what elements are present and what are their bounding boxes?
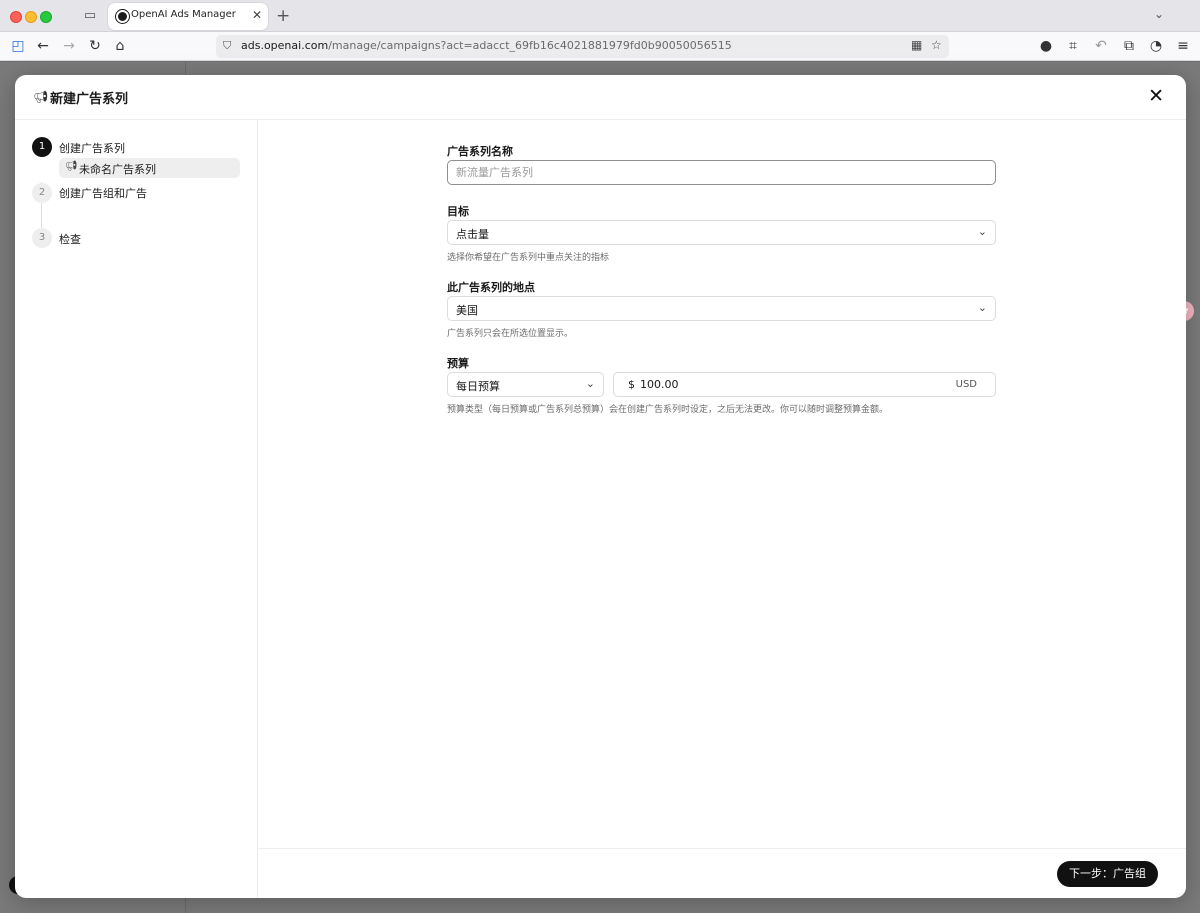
modal-header: 📢︎ 新建广告系列 ✕	[15, 75, 1186, 120]
step-2-label[interactable]: 创建广告组和广告	[59, 185, 147, 201]
sidebar-icon[interactable]: ◰	[9, 37, 27, 55]
profile-avatar-icon[interactable]: ●	[1037, 37, 1055, 55]
new-campaign-modal: 📢︎ 新建广告系列 ✕ 1 创建广告系列 📢︎ 未命名广告系列 2 创建广告组和…	[15, 75, 1186, 898]
budget-help: 预算类型（每日预算或广告系列总预算）会在创建广告系列时设定，之后无法更改。你可以…	[447, 405, 889, 415]
chevron-down-icon: ⌄	[977, 225, 987, 238]
new-tab-icon[interactable]: +	[276, 6, 290, 26]
window-minimize-button[interactable]	[25, 11, 37, 23]
screenshot-crop-icon[interactable]: ⌗	[1064, 37, 1082, 55]
substep-untitled-campaign[interactable]: 📢︎ 未命名广告系列	[59, 158, 240, 178]
location-select[interactable]: 美国 ⌄	[447, 296, 996, 321]
extensions-icon[interactable]: ⧉	[1120, 37, 1138, 55]
tab-overview-icon[interactable]: ▭	[82, 8, 98, 24]
tab-title: OpenAI Ads Manager	[131, 9, 236, 20]
objective-label: 目标	[447, 205, 469, 218]
address-bar[interactable]: ⛉ ads.openai.com/manage/campaigns?act=ad…	[216, 35, 949, 58]
currency-code: USD	[955, 379, 977, 390]
budget-type-select[interactable]: 每日预算 ⌄	[447, 372, 604, 397]
tab-list-icon[interactable]: ⌄	[1154, 7, 1164, 21]
objective-value: 点击量	[456, 228, 489, 241]
menu-icon[interactable]: ≡	[1174, 37, 1192, 55]
browser-nav-bar: ◰ ← → ↻ ⌂ ⛉ ads.openai.com/manage/campai…	[0, 32, 1200, 61]
campaign-name-label: 广告系列名称	[447, 145, 513, 158]
currency-symbol: $	[628, 378, 635, 391]
forward-icon[interactable]: →	[60, 37, 78, 55]
substep-label: 未命名广告系列	[79, 163, 156, 176]
objective-help: 选择你希望在广告系列中重点关注的指标	[447, 253, 610, 263]
budget-type-value: 每日预算	[456, 380, 500, 393]
home-icon[interactable]: ⌂	[111, 37, 129, 55]
location-help: 广告系列只会在所选位置显示。	[447, 329, 574, 339]
step-1-number: 1	[32, 137, 52, 157]
location-label: 此广告系列的地点	[447, 281, 535, 294]
step-2-number: 2	[32, 183, 52, 203]
close-icon[interactable]: ✕	[1148, 85, 1164, 107]
undo-icon[interactable]: ↶	[1092, 37, 1110, 55]
window-close-button[interactable]	[10, 11, 22, 23]
window-zoom-button[interactable]	[40, 11, 52, 23]
budget-amount-input[interactable]: $ 100.00 USD	[613, 372, 996, 397]
url-text[interactable]: ads.openai.com/manage/campaigns?act=adac…	[241, 39, 732, 52]
back-icon[interactable]: ←	[34, 37, 52, 55]
campaign-name-input[interactable]	[447, 160, 996, 185]
campaign-form: 广告系列名称 目标 点击量 ⌄ 选择你希望在广告系列中重点关注的指标 此广告系列…	[259, 120, 1186, 850]
chevron-down-icon: ⌄	[977, 301, 987, 314]
bookmark-star-icon[interactable]: ☆	[931, 38, 942, 52]
modal-title: 新建广告系列	[50, 92, 129, 107]
megaphone-icon: 📢︎	[65, 161, 78, 172]
steps-sidebar: 1 创建广告系列 📢︎ 未命名广告系列 2 创建广告组和广告 3 检查	[15, 120, 258, 898]
budget-label: 预算	[447, 357, 469, 370]
chevron-down-icon: ⌄	[585, 377, 595, 390]
next-ad-group-button[interactable]: 下一步：广告组	[1057, 861, 1158, 887]
shield-icon[interactable]: ◔	[1147, 37, 1165, 55]
location-value: 美国	[456, 304, 478, 317]
qr-code-icon[interactable]: ▦	[911, 38, 922, 52]
megaphone-icon: 📢︎	[33, 90, 49, 104]
tab-close-icon[interactable]: ✕	[252, 8, 262, 22]
browser-tab[interactable]: OpenAI Ads Manager ✕	[108, 3, 268, 30]
step-3-label[interactable]: 检查	[59, 231, 81, 247]
objective-select[interactable]: 点击量 ⌄	[447, 220, 996, 245]
step-1-label[interactable]: 创建广告系列	[59, 140, 125, 156]
site-info-icon[interactable]: ⛉	[223, 39, 231, 53]
reload-icon[interactable]: ↻	[86, 37, 104, 55]
step-3-number: 3	[32, 228, 52, 248]
openai-favicon-icon	[116, 10, 129, 23]
modal-footer: 下一步：广告组	[259, 848, 1186, 898]
browser-tab-bar: ▭ OpenAI Ads Manager ✕ + ⌄	[0, 0, 1200, 32]
budget-amount-value[interactable]: 100.00	[640, 378, 679, 391]
